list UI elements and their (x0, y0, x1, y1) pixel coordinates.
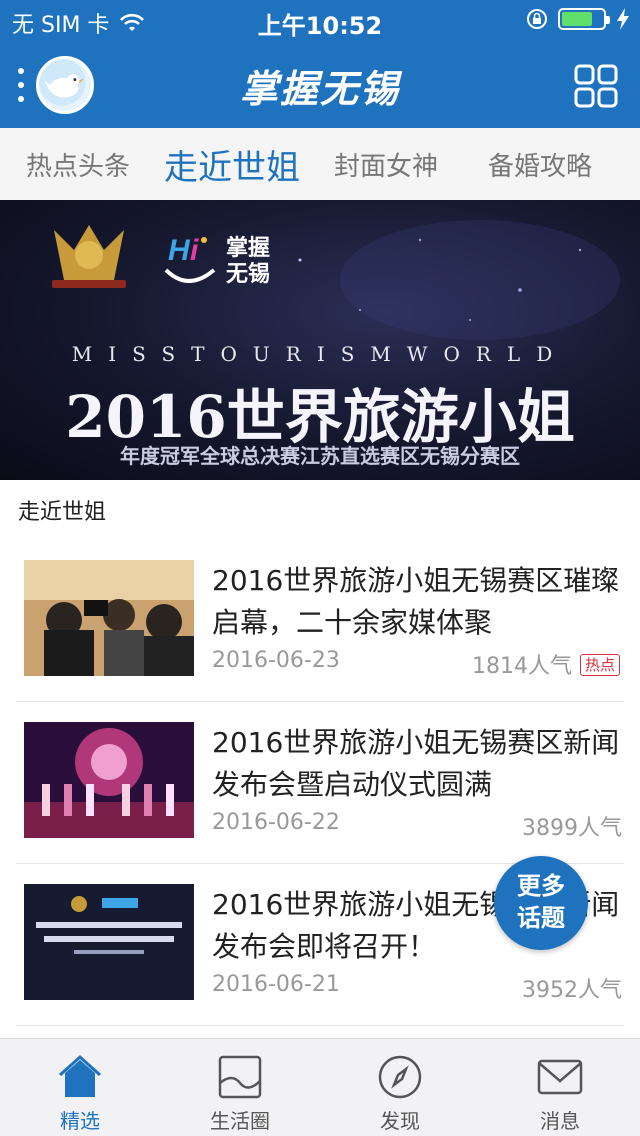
nav-bar: 掌握无锡 (0, 40, 640, 128)
banner-subtitle: MISSTOURISMWORLD (71, 342, 569, 366)
banner-caption: 年度冠军全球总决赛江苏直选赛区无锡分赛区 (120, 444, 520, 468)
nav-messages-label: 消息 (540, 1109, 580, 1133)
charging-icon (617, 8, 629, 30)
nav-discover-label: 发现 (380, 1109, 420, 1133)
news-thumbnail (24, 722, 194, 838)
news-thumbnail (24, 560, 194, 676)
hi-logo-text: 掌握无锡 (226, 236, 271, 287)
bottom-tab-bar: 精选 生活圈 发现 消息 (0, 1038, 640, 1136)
mail-icon (537, 1059, 583, 1095)
news-date: 2016-06-23 (212, 648, 340, 673)
news-title: 2016世界旅游小姐无锡赛区璀璨启幕，二十余家媒体聚 (212, 564, 620, 639)
news-list: 2016世界旅游小姐无锡赛区璀璨启幕，二十余家媒体聚 2016-06-23 18… (0, 540, 640, 1026)
status-bar: 无 SIM 卡 上午10:52 (0, 0, 640, 40)
tab-wedding-guide[interactable]: 备婚攻略 (488, 146, 592, 183)
tab-hot-news[interactable]: 热点头条 (26, 146, 130, 183)
image-icon (218, 1055, 262, 1099)
battery-icon (558, 8, 610, 30)
svg-text:i: i (190, 234, 199, 267)
tab-cover-goddess[interactable]: 封面女神 (334, 146, 438, 183)
news-title: 2016世界旅游小姐无锡赛区新闻发布会暨启动仪式圆满 (212, 726, 620, 801)
nav-featured[interactable]: 精选 (0, 1039, 160, 1136)
more-topics-label-line2: 话题 (517, 904, 565, 932)
nav-messages[interactable]: 消息 (480, 1039, 640, 1136)
hot-badge: 热点 (579, 654, 620, 676)
news-date: 2016-06-21 (212, 972, 340, 997)
rotation-lock-icon (527, 9, 547, 29)
list-item[interactable]: 2016世界旅游小姐无锡赛区璀璨启幕，二十余家媒体聚 2016-06-23 18… (16, 540, 624, 702)
promo-banner[interactable]: H i 掌握无锡 MISSTOURISMWORLD 2016世界旅游小姐 年度冠… (0, 200, 640, 480)
news-date: 2016-06-22 (212, 810, 340, 835)
news-popularity: 1814人气 (472, 654, 572, 679)
nav-life-circle[interactable]: 生活圈 (160, 1039, 320, 1136)
more-topics-label-line1: 更多 (517, 872, 565, 900)
app-title: 掌握无锡 (239, 67, 400, 111)
section-title: 走近世姐 (18, 500, 107, 525)
category-tabs: 热点头条 走近世姐 封面女神 备婚攻略 (0, 128, 640, 200)
news-popularity: 3952人气 (522, 978, 622, 1003)
more-topics-button[interactable]: 更多 话题 (494, 856, 588, 950)
nav-life-circle-label: 生活圈 (210, 1109, 270, 1133)
app-header: 无 SIM 卡 上午10:52 掌握无锡 (0, 0, 640, 128)
status-right (526, 8, 630, 30)
grid-icon[interactable] (574, 64, 618, 108)
svg-text:H: H (168, 234, 191, 267)
home-icon (58, 1054, 102, 1097)
news-thumbnail (24, 884, 194, 1000)
tab-miss-world[interactable]: 走近世姐 (164, 140, 300, 189)
nav-featured-label: 精选 (60, 1109, 100, 1133)
news-popularity: 3899人气 (522, 816, 622, 841)
hi-logo: H i 掌握无锡 (160, 226, 300, 296)
nav-discover[interactable]: 发现 (320, 1039, 480, 1136)
compass-icon (378, 1055, 422, 1099)
pageant-logo-icon (52, 225, 126, 288)
list-item[interactable]: 2016世界旅游小姐无锡赛区新闻发布会暨启动仪式圆满 2016-06-22 38… (16, 702, 624, 864)
